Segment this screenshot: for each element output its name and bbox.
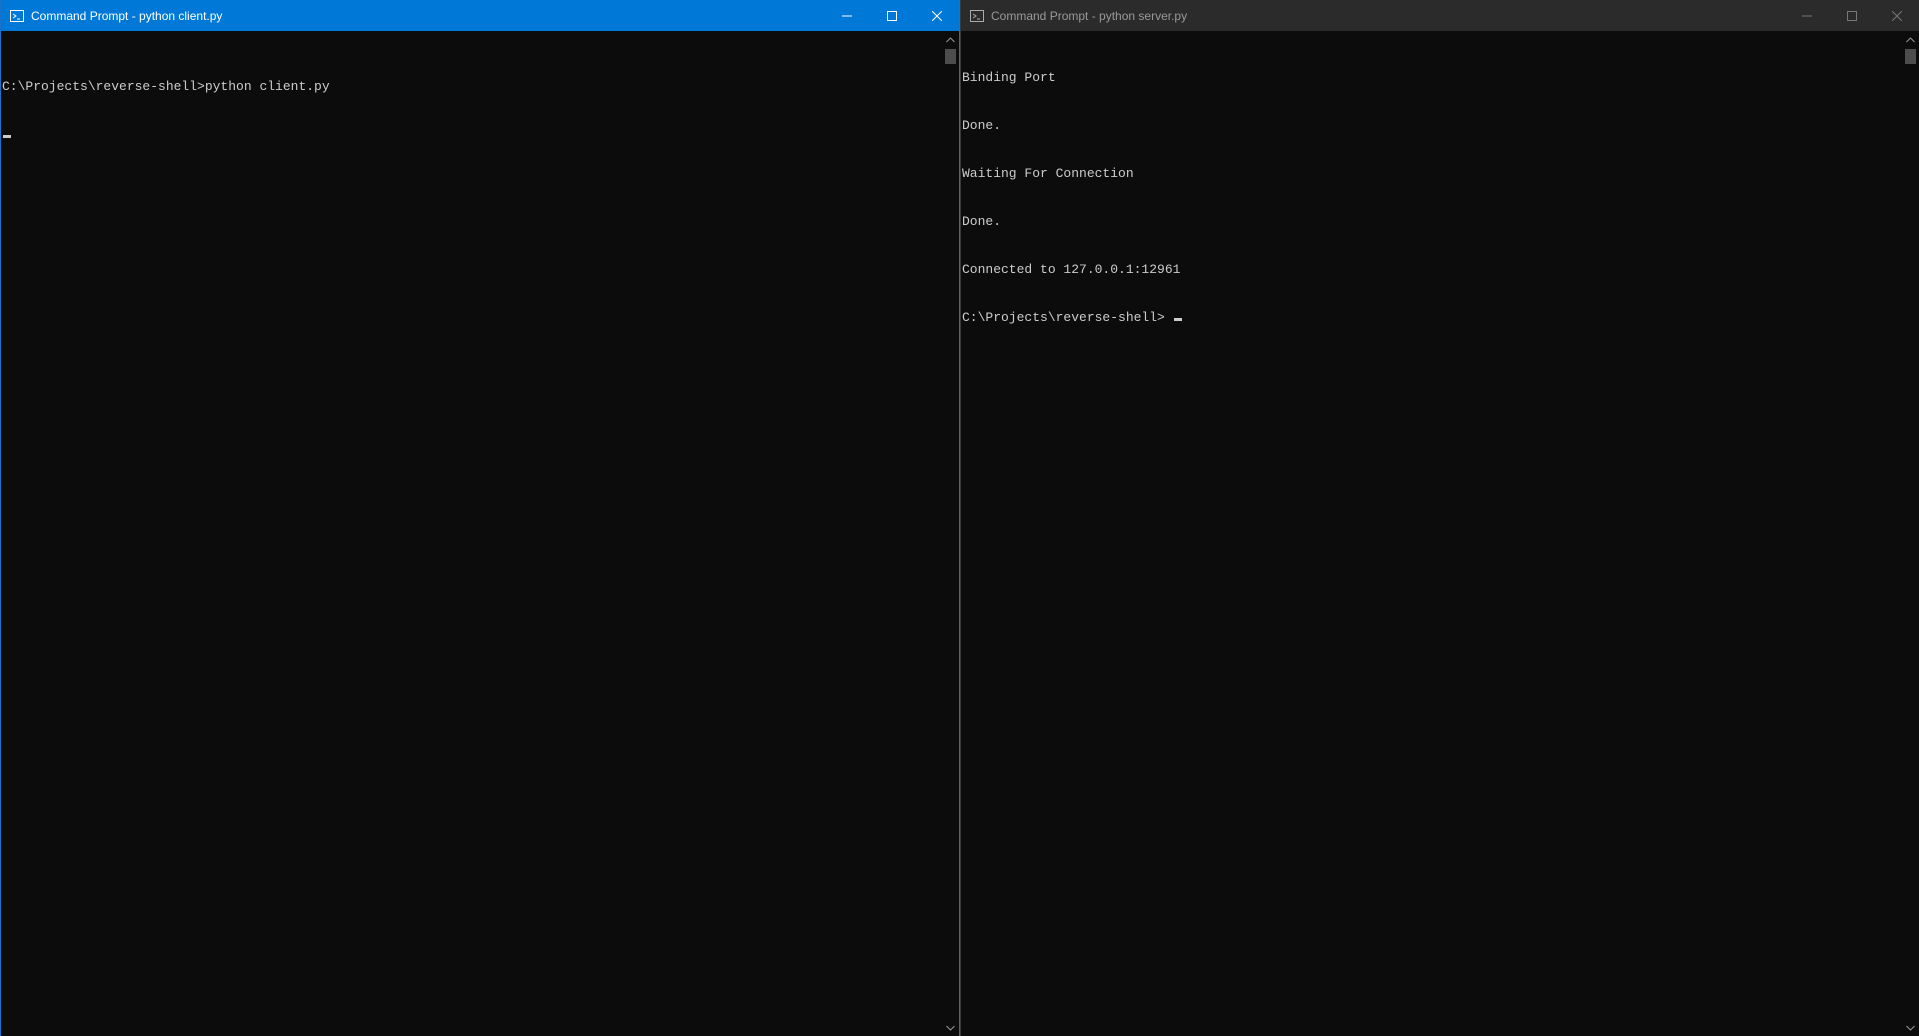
- command-prompt-icon: [9, 8, 25, 24]
- console-line: C:\Projects\reverse-shell>python client.…: [2, 79, 330, 94]
- client-scroll-thumb[interactable]: [945, 49, 956, 64]
- close-icon: [931, 10, 942, 21]
- maximize-icon: [886, 10, 897, 21]
- server-console-output[interactable]: Binding Port Done. Waiting For Connectio…: [961, 31, 1902, 1036]
- server-minimize-button[interactable]: [1784, 0, 1829, 31]
- client-maximize-button[interactable]: [869, 0, 914, 31]
- console-line: Done.: [962, 118, 1002, 133]
- text-cursor: [1173, 318, 1182, 321]
- console-line: Binding Port: [962, 70, 1056, 85]
- console-cursor-line: [2, 127, 942, 143]
- command-prompt-icon: [969, 8, 985, 24]
- client-minimize-button[interactable]: [824, 0, 869, 31]
- scroll-down-arrow-icon[interactable]: [942, 1019, 959, 1036]
- minimize-icon: [1801, 15, 1812, 16]
- client-window[interactable]: Command Prompt - python client.py C:\Pro…: [0, 0, 960, 1036]
- close-icon: [1891, 10, 1902, 21]
- client-window-title: Command Prompt - python client.py: [31, 8, 223, 23]
- server-titlebar[interactable]: Command Prompt - python server.py: [961, 0, 1919, 31]
- scroll-up-arrow-icon[interactable]: [942, 31, 959, 48]
- console-prompt: C:\Projects\reverse-shell>: [962, 310, 1173, 325]
- console-line: Connected to 127.0.0.1:12961: [962, 262, 1181, 277]
- console-prompt-line: C:\Projects\reverse-shell>: [962, 310, 1902, 326]
- server-window[interactable]: Command Prompt - python server.py Bindin…: [960, 0, 1919, 1036]
- minimize-icon: [841, 15, 852, 16]
- client-titlebar[interactable]: Command Prompt - python client.py: [1, 0, 959, 31]
- console-line: Waiting For Connection: [962, 166, 1134, 181]
- server-window-title: Command Prompt - python server.py: [991, 8, 1188, 23]
- scroll-up-arrow-icon[interactable]: [1902, 31, 1919, 48]
- server-scrollbar[interactable]: [1902, 31, 1919, 1036]
- server-maximize-button[interactable]: [1829, 0, 1874, 31]
- scroll-down-arrow-icon[interactable]: [1902, 1019, 1919, 1036]
- text-cursor: [3, 135, 11, 138]
- client-scrollbar[interactable]: [942, 31, 959, 1036]
- client-close-button[interactable]: [914, 0, 959, 31]
- client-console-output[interactable]: C:\Projects\reverse-shell>python client.…: [1, 31, 942, 1036]
- server-scroll-thumb[interactable]: [1905, 49, 1916, 64]
- server-close-button[interactable]: [1874, 0, 1919, 31]
- maximize-icon: [1846, 10, 1857, 21]
- console-line: Done.: [962, 214, 1002, 229]
